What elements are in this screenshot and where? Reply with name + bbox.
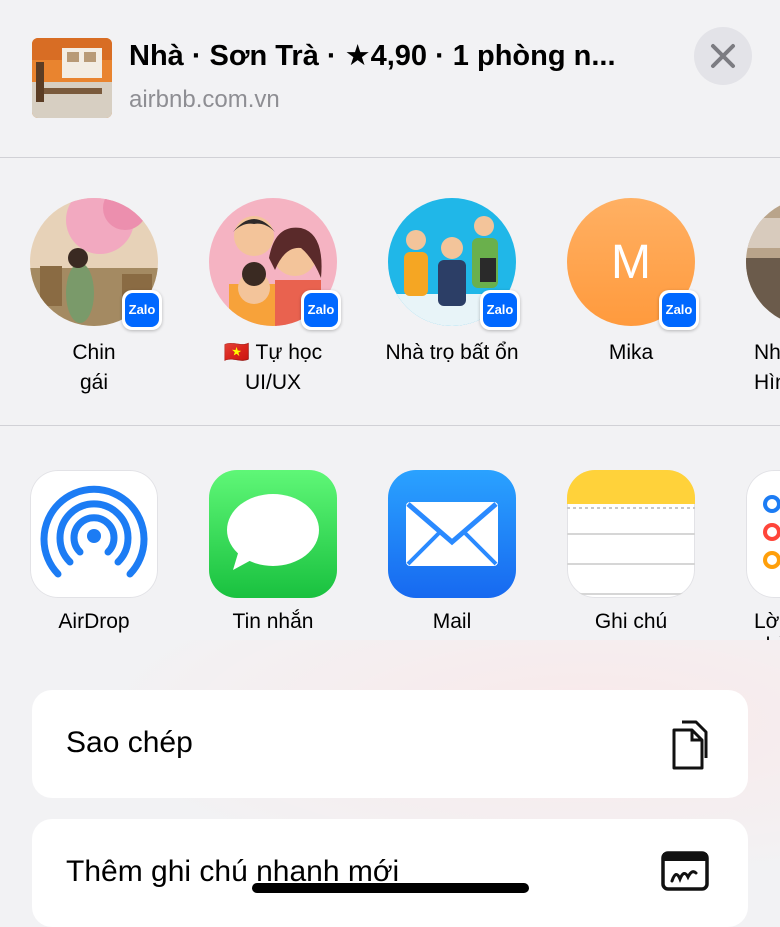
zalo-badge: Zalo <box>122 290 162 330</box>
contact-name: Nh Hình <box>754 341 780 394</box>
page-title: Nhà · Sơn Trà · ★4,90 · 1 phòng n... <box>129 40 616 72</box>
contact-name: Chin gái <box>72 341 116 394</box>
contact-name: 🇻🇳 Tự học UI/UX <box>223 341 323 394</box>
close-icon <box>711 44 735 68</box>
contacts-divider <box>0 425 780 426</box>
contact-partial[interactable]: Nh Hình <box>746 198 780 408</box>
reminders-icon <box>746 470 780 598</box>
app-label: Ghi chú <box>594 610 668 633</box>
contact-name: Nhà trọ bất ổn <box>385 341 519 364</box>
share-sheet-header: Nhà · Sơn Trà · ★4,90 · 1 phòng n... air… <box>0 0 780 157</box>
app-notes[interactable]: Ghi chú <box>567 470 707 640</box>
contact-name: Mika <box>608 341 654 364</box>
copy-action[interactable]: Sao chép <box>32 690 748 798</box>
contact-nha-tro-bat-on[interactable]: Zalo Nhà trọ bất ổn <box>385 198 568 408</box>
contact-chin-gai[interactable]: Zalo Chin gái <box>30 198 210 408</box>
messages-icon <box>209 470 337 598</box>
app-airdrop[interactable]: AirDrop <box>30 470 170 640</box>
app-reminders[interactable]: Lời nhắc <box>746 470 780 640</box>
contact-tu-hoc-ui-ux[interactable]: Zalo 🇻🇳 Tự học UI/UX <box>209 198 389 408</box>
quick-note-icon <box>661 851 709 891</box>
quick-note-action[interactable]: Thêm ghi chú nhanh mới <box>32 819 748 927</box>
app-mail[interactable]: Mail <box>388 470 528 640</box>
copy-icon <box>672 720 708 770</box>
app-label: Mail <box>432 610 472 633</box>
app-label: Lời nhắc <box>754 610 780 640</box>
app-label: AirDrop <box>58 610 130 633</box>
home-indicator <box>252 883 529 893</box>
zalo-badge: Zalo <box>301 290 341 330</box>
listing-thumbnail <box>32 38 112 118</box>
contact-mika[interactable]: M Zalo Mika <box>567 198 747 408</box>
avatar-initial: M <box>611 235 651 289</box>
airdrop-icon <box>30 470 158 598</box>
header-divider <box>0 157 780 158</box>
copy-label: Sao chép <box>66 726 193 759</box>
app-messages[interactable]: Tin nhắn <box>209 470 349 640</box>
mail-icon <box>388 470 516 598</box>
app-label: Tin nhắn <box>232 610 314 633</box>
close-button[interactable] <box>694 27 752 85</box>
notes-icon <box>567 470 695 598</box>
page-url: airbnb.com.vn <box>129 86 280 113</box>
avatar <box>746 198 780 326</box>
zalo-badge: Zalo <box>480 290 520 330</box>
zalo-badge: Zalo <box>659 290 699 330</box>
